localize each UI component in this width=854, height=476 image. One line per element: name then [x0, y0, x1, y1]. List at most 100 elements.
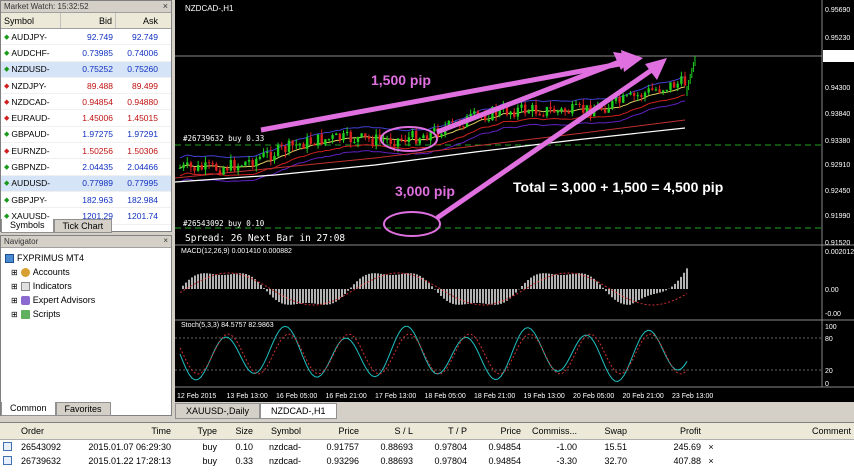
col-comment[interactable]: Comment [718, 423, 854, 439]
market-watch-header: Symbol Bid Ask [1, 13, 171, 29]
col-symbol[interactable]: Symbol [1, 13, 61, 28]
expand-icon[interactable]: ⊞ [11, 268, 18, 277]
price-tick-label: 0.91520 [825, 240, 850, 247]
close-icon[interactable]: × [163, 236, 168, 245]
col-time[interactable]: Time [78, 423, 174, 439]
price-tick-label: 0.93380 [825, 138, 850, 145]
order2-label[interactable]: #26543092 buy 0.10 [183, 219, 264, 228]
col-tp[interactable]: T / P [416, 423, 470, 439]
expand-icon[interactable]: ⊞ [11, 310, 18, 319]
col-swap[interactable]: Swap [580, 423, 630, 439]
price-chart[interactable]: 0.956900.952300.948540.943000.938400.933… [175, 0, 854, 402]
col-commission[interactable]: Commiss... [524, 423, 580, 439]
arrow-down-icon: ◆ [4, 82, 10, 90]
col-current-price[interactable]: Price [470, 423, 524, 439]
nav-item-scripts[interactable]: ⊞ Scripts [5, 307, 167, 321]
table-row[interactable]: 26543092 2015.01.07 06:29:30 buy 0.10 nzdcad… [0, 440, 854, 454]
market-watch-row[interactable]: ◆ EURNZD- 1.50256 1.50306 [1, 143, 171, 160]
tab-symbols[interactable]: Symbols [1, 219, 54, 233]
price-tick-label: 0.92450 [825, 188, 850, 195]
col-price[interactable]: Price [304, 423, 362, 439]
market-watch-row[interactable]: ◆ AUDCHF- 0.73985 0.74006 [1, 45, 171, 62]
nav-item-indicators[interactable]: ⊞ Indicators [5, 279, 167, 293]
tab-nzdcad-h1[interactable]: NZDCAD-,H1 [260, 403, 337, 419]
scripts-icon [20, 309, 30, 319]
terminal-rows: 26543092 2015.01.07 06:29:30 buy 0.10 nzdcad… [0, 440, 854, 468]
macd-tick-label: 0.002012 [825, 249, 854, 256]
symbol-name: AUDJPY- [11, 31, 47, 42]
arrow-up-icon: ◆ [4, 164, 10, 172]
bid-value: 0.94854 [82, 96, 113, 107]
order-symbol: nzdcad- [268, 456, 301, 466]
macd-tick-label: -0.00 [825, 311, 841, 318]
col-bid[interactable]: Bid [61, 13, 116, 28]
close-icon[interactable]: × [163, 1, 168, 11]
market-watch-row[interactable]: ◆ AUDJPY- 92.749 92.749 [1, 29, 171, 46]
tab-tick-chart[interactable]: Tick Chart [53, 219, 113, 233]
navigator-tabs: Common Favorites [1, 402, 111, 416]
ask-value: 182.984 [127, 194, 158, 205]
col-order[interactable]: Order [18, 423, 78, 439]
time-tick-label: 16 Feb 05:00 [276, 393, 317, 400]
market-watch-row[interactable]: ◆ GBPAUD- 1.97275 1.97291 [1, 127, 171, 144]
order1-label[interactable]: #26739632 buy 0.33 [183, 134, 264, 143]
expand-icon[interactable]: ⊞ [11, 282, 18, 291]
table-row[interactable]: 26739632 2015.01.22 17:28:13 buy 0.33 nzdcad… [0, 454, 854, 468]
stoch-label: Stoch(5,3,3) 84.5757 82.9863 [181, 322, 274, 329]
time-tick-label: 16 Feb 21:00 [326, 393, 367, 400]
price-tick-label: 0.92910 [825, 162, 850, 169]
col-ask[interactable]: Ask [116, 13, 161, 28]
stoch-tick-label: 0 [825, 381, 829, 388]
expert-advisors-icon [20, 295, 30, 305]
expand-icon[interactable]: ⊞ [11, 296, 18, 305]
ask-value: 1.50306 [127, 145, 158, 156]
market-watch-row[interactable]: ◆ AUDUSD- 0.77989 0.77995 [1, 175, 171, 192]
symbol-name: AUDCHF- [11, 47, 50, 58]
chart-tabs: XAUUSD-,Daily NZDCAD-,H1 [175, 403, 854, 419]
tab-common[interactable]: Common [1, 402, 56, 416]
tab-xauusd-daily[interactable]: XAUUSD-,Daily [175, 403, 261, 419]
order-type: buy [202, 456, 217, 466]
chart-canvas[interactable]: 0.956900.952300.948540.943000.938400.933… [175, 0, 854, 402]
tab-favorites[interactable]: Favorites [55, 402, 111, 416]
market-watch-row[interactable]: ◆ GBPNZD- 2.04435 2.04466 [1, 159, 171, 176]
market-watch-row[interactable]: ◆ GBPJPY- 182.963 182.984 [1, 192, 171, 209]
order-swap: 32.70 [604, 456, 627, 466]
market-watch-row[interactable]: ◆ NZDUSD- 0.75252 0.75260 [1, 61, 171, 78]
navigator-panel: Navigator × FXPRIMUS MT4 ⊞ Accounts ⊞ In… [0, 235, 172, 416]
nav-root[interactable]: FXPRIMUS MT4 [5, 251, 167, 265]
annotation-total: Total = 3,000 + 1,500 = 4,500 pip [513, 179, 724, 195]
arrow-up-icon: ◆ [4, 131, 10, 139]
ask-value: 1201.74 [127, 210, 158, 221]
time-tick-label: 20 Feb 21:00 [623, 393, 664, 400]
arrow-up-icon: ◆ [4, 180, 10, 188]
symbol-name: NZDUSD- [11, 64, 50, 75]
ask-value: 0.94880 [127, 96, 158, 107]
ask-value: 1.97291 [127, 129, 158, 140]
ask-value: 2.04466 [127, 162, 158, 173]
bid-value: 1.97275 [82, 129, 113, 140]
symbol-name: NZDJPY- [11, 80, 47, 91]
col-type[interactable]: Type [174, 423, 220, 439]
nav-item-accounts[interactable]: ⊞ Accounts [5, 265, 167, 279]
order2-circle [383, 211, 441, 237]
order-size: 0.33 [235, 456, 253, 466]
market-watch-row[interactable]: ◆ NZDJPY- 89.488 89.499 [1, 78, 171, 95]
terminal-header: Order Time Type Size Symbol Price S / L … [0, 423, 854, 440]
close-order-icon[interactable]: × [704, 453, 718, 469]
symbol-name: GBPNZD- [11, 162, 50, 173]
col-sl[interactable]: S / L [362, 423, 416, 439]
col-size[interactable]: Size [220, 423, 256, 439]
col-symbol[interactable]: Symbol [256, 423, 304, 439]
navigator-title: Navigator × [1, 236, 171, 248]
nav-item-expert-advisors[interactable]: ⊞ Expert Advisors [5, 293, 167, 307]
market-watch-row[interactable]: ◆ NZDCAD- 0.94854 0.94880 [1, 94, 171, 111]
bid-value: 1.50256 [82, 145, 113, 156]
price-tick-label: 0.93840 [825, 111, 850, 118]
chart-title: NZDCAD-,H1 [185, 4, 234, 13]
arrow-down-icon: ◆ [4, 98, 10, 106]
market-watch-row[interactable]: ◆ EURAUD- 1.45006 1.45015 [1, 110, 171, 127]
col-profit[interactable]: Profit [630, 423, 704, 439]
ask-value: 92.749 [132, 31, 158, 42]
bid-value: 0.77989 [82, 178, 113, 189]
